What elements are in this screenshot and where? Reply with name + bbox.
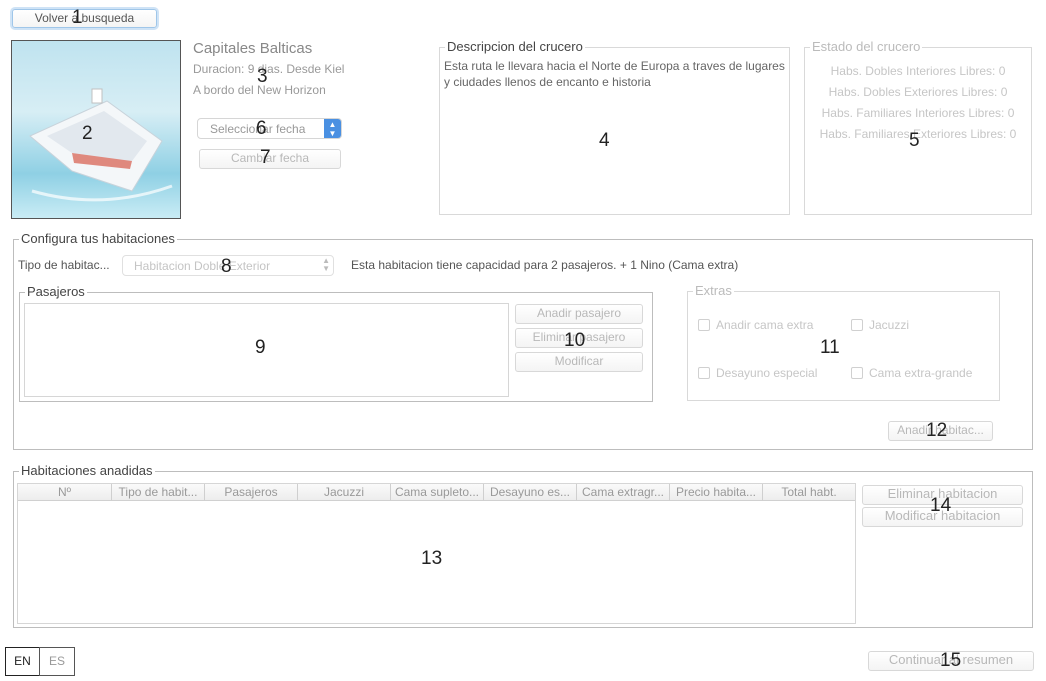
extra-bed-label: Anadir cama extra	[716, 318, 814, 332]
column-header[interactable]: Jacuzzi	[298, 484, 391, 501]
status-item: Habs. Familiares Interiores Libres: 0	[821, 106, 1015, 120]
passengers-list[interactable]	[24, 303, 509, 397]
marker-14: 14	[930, 495, 952, 516]
column-header[interactable]: Tipo de habit...	[112, 484, 205, 501]
passengers-panel: Pasajeros Anadir pasajero Eliminar pasaj…	[19, 285, 653, 402]
column-header[interactable]: Cama extragr...	[577, 484, 670, 501]
room-type-label: Tipo de habitac...	[18, 258, 110, 272]
rooms-table-header: Nº Tipo de habit... Pasajeros Jacuzzi Ca…	[18, 484, 855, 501]
marker-8: 8	[221, 256, 232, 277]
configure-legend: Configura tus habitaciones	[19, 231, 177, 246]
status-item: Habs. Dobles Interiores Libres: 0	[830, 64, 1006, 78]
marker-10: 10	[564, 330, 586, 351]
status-legend: Estado del crucero	[810, 39, 923, 54]
extras-panel: Extras Anadir cama extra Jacuzzi Desayun…	[687, 284, 1000, 401]
lang-es-button[interactable]: ES	[39, 647, 75, 676]
passengers-legend: Pasajeros	[25, 284, 87, 299]
room-type-value: Habitacion Doble Exterior	[134, 259, 271, 273]
big-bed-checkbox[interactable]: Cama extra-grande	[851, 366, 972, 380]
cruise-duration: Duracion: 9 dias. Desde Kiel	[193, 62, 345, 76]
column-header[interactable]: Cama supleto...	[391, 484, 484, 501]
marker-11: 11	[820, 337, 840, 358]
ship-illustration	[29, 88, 173, 202]
column-header[interactable]: Pasajeros	[205, 484, 298, 501]
back-to-search-button[interactable]: Volver a busqueda	[12, 9, 157, 28]
configure-rooms-panel: Configura tus habitaciones Tipo de habit…	[13, 232, 1033, 450]
marker-1: 1	[72, 7, 83, 28]
cruise-ship-image	[11, 40, 181, 219]
marker-5: 5	[909, 130, 920, 151]
checkbox-icon	[698, 367, 710, 379]
breakfast-checkbox[interactable]: Desayuno especial	[698, 366, 817, 380]
column-header[interactable]: Total habt.	[763, 484, 855, 501]
marker-2: 2	[82, 123, 93, 144]
chevron-updown-icon: ▲ ▼	[322, 256, 330, 273]
jacuzzi-label: Jacuzzi	[869, 318, 910, 332]
marker-13: 13	[421, 548, 443, 569]
added-rooms-panel: Habitaciones anadidas Nº Tipo de habit..…	[13, 464, 1033, 628]
stepper-icon: ▲ ▼	[324, 119, 341, 138]
modify-passenger-button[interactable]: Modificar	[515, 352, 643, 372]
description-text: Esta ruta le llevara hacia el Norte de E…	[444, 59, 785, 89]
cruise-title: Capitales Balticas	[193, 40, 313, 57]
marker-3: 3	[257, 66, 268, 87]
description-panel: Descripcion del crucero Esta ruta le lle…	[439, 40, 790, 215]
checkbox-icon	[851, 367, 863, 379]
marker-4: 4	[599, 130, 610, 151]
status-item: Habs. Dobles Exteriores Libres: 0	[828, 85, 1008, 99]
column-header[interactable]: Desayuno es...	[484, 484, 577, 501]
marker-15: 15	[940, 650, 962, 671]
breakfast-label: Desayuno especial	[716, 366, 818, 380]
checkbox-icon	[698, 319, 710, 331]
big-bed-label: Cama extra-grande	[869, 366, 973, 380]
added-rooms-legend: Habitaciones anadidas	[19, 463, 155, 478]
column-header[interactable]: Nº	[18, 484, 112, 501]
marker-6: 6	[256, 118, 267, 139]
description-legend: Descripcion del crucero	[445, 39, 585, 54]
date-select[interactable]: Seleccionar fecha ▲ ▼	[197, 118, 342, 139]
marker-7: 7	[260, 147, 271, 168]
room-capacity-text: Esta habitacion tiene capacidad para 2 p…	[351, 258, 739, 272]
jacuzzi-checkbox[interactable]: Jacuzzi	[851, 318, 909, 332]
checkbox-icon	[851, 319, 863, 331]
add-passenger-button[interactable]: Anadir pasajero	[515, 304, 643, 324]
extras-legend: Extras	[693, 283, 734, 298]
marker-9: 9	[255, 337, 266, 358]
column-header[interactable]: Precio habita...	[670, 484, 763, 501]
extra-bed-checkbox[interactable]: Anadir cama extra	[698, 318, 813, 332]
marker-12: 12	[926, 420, 948, 441]
lang-en-button[interactable]: EN	[5, 647, 40, 676]
